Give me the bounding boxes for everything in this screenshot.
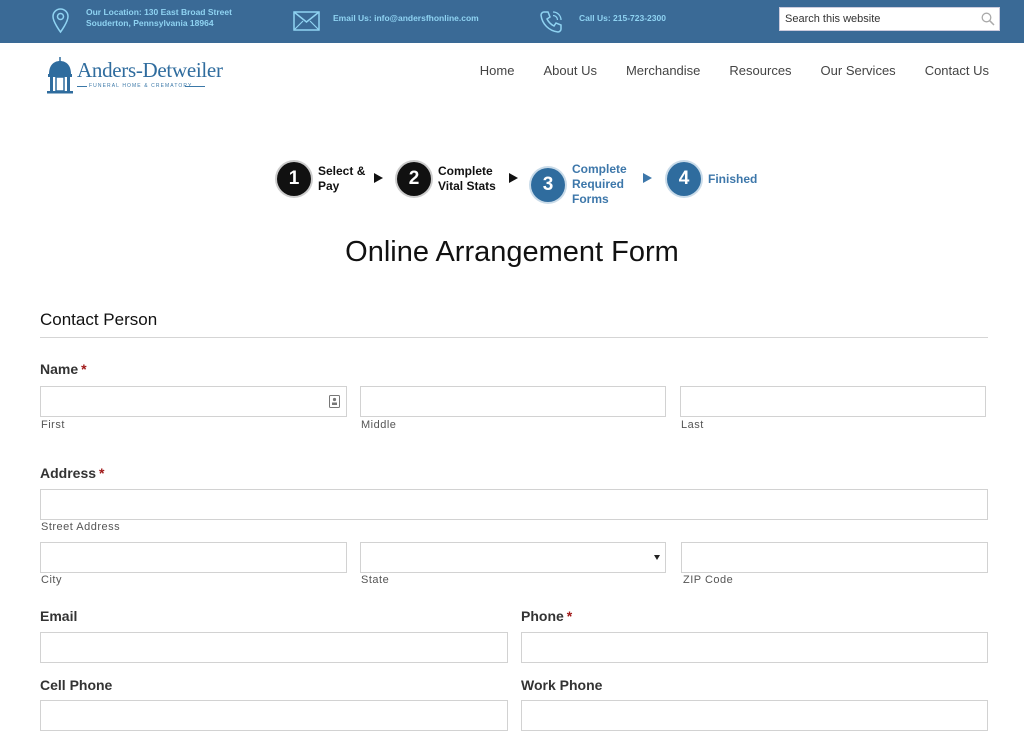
- required-mark: *: [81, 361, 87, 377]
- street-address-sublabel: Street Address: [41, 521, 121, 533]
- step-3-label: Complete Required Forms: [572, 162, 627, 206]
- section-title: Contact Person: [40, 310, 158, 329]
- state-sublabel: State: [361, 574, 390, 586]
- logo-tagline: FUNERAL HOME & CREMATORY: [89, 83, 193, 89]
- step-3-number: 3: [531, 167, 565, 202]
- step-arrow-1: [374, 173, 383, 183]
- state-select[interactable]: [360, 542, 666, 573]
- middle-name-sublabel: Middle: [361, 419, 397, 431]
- search-box: [779, 7, 1000, 31]
- middle-name-input[interactable]: [360, 386, 666, 417]
- email-input[interactable]: [40, 632, 508, 663]
- nav-resources[interactable]: Resources: [729, 63, 791, 78]
- logo-name: Anders-Detweiler: [77, 58, 223, 82]
- nav-contact-us[interactable]: Contact Us: [925, 63, 989, 78]
- location-line2: Souderton, Pennsylvania 18964: [86, 18, 214, 28]
- email-link[interactable]: Email Us: info@andersfhonline.com: [333, 13, 479, 24]
- street-address-input[interactable]: [40, 489, 988, 520]
- last-name-input[interactable]: [680, 386, 986, 417]
- zip-code-input[interactable]: [681, 542, 988, 573]
- last-name-sublabel: Last: [681, 419, 704, 431]
- page-title: Online Arrangement Form: [345, 236, 679, 268]
- step-arrow-3: [643, 173, 652, 183]
- zip-code-sublabel: ZIP Code: [683, 574, 734, 586]
- step-2-number: 2: [397, 162, 431, 196]
- section-divider: [40, 337, 988, 338]
- search-input[interactable]: [780, 8, 975, 30]
- step-2: 2 Complete Vital Stats: [397, 162, 496, 196]
- location-pin-icon: [52, 8, 69, 34]
- step-1-label: Select & Pay: [318, 164, 366, 193]
- location-line1: Our Location: 130 East Broad Street: [86, 7, 232, 17]
- email-label: Email: [40, 608, 78, 624]
- phone-icon: [540, 11, 562, 33]
- step-1: 1 Select & Pay: [277, 162, 365, 196]
- nav-about-us[interactable]: About Us: [543, 63, 596, 78]
- work-phone-input[interactable]: [521, 700, 988, 731]
- step-3: 3 Complete Required Forms: [531, 162, 627, 207]
- chapel-dome-icon: [47, 57, 73, 94]
- cell-phone-input[interactable]: [40, 700, 508, 731]
- required-mark: *: [566, 608, 573, 624]
- contact-card-icon[interactable]: [329, 395, 340, 408]
- step-4: 4 Finished: [667, 162, 757, 196]
- address-label: Address *: [40, 465, 105, 481]
- first-name-input[interactable]: [40, 386, 347, 417]
- location-text[interactable]: Our Location: 130 East Broad Street Soud…: [86, 7, 232, 29]
- first-name-sublabel: First: [41, 419, 65, 431]
- nav-our-services[interactable]: Our Services: [821, 63, 896, 78]
- name-label: Name *: [40, 361, 87, 377]
- cell-phone-label: Cell Phone: [40, 677, 113, 693]
- required-mark: *: [99, 465, 105, 481]
- nav-home[interactable]: Home: [480, 63, 515, 78]
- city-sublabel: City: [41, 574, 62, 586]
- city-input[interactable]: [40, 542, 347, 573]
- envelope-icon: [293, 11, 320, 31]
- phone-input[interactable]: [521, 632, 988, 663]
- phone-link[interactable]: Call Us: 215-723-2300: [579, 13, 666, 24]
- work-phone-label: Work Phone: [521, 677, 603, 693]
- step-4-label: Finished: [708, 171, 758, 186]
- step-1-number: 1: [277, 162, 311, 196]
- top-info-bar: Our Location: 130 East Broad Street Soud…: [0, 0, 1024, 43]
- logo-rule-left: [77, 86, 87, 87]
- step-2-label: Complete Vital Stats: [438, 164, 496, 193]
- phone-label: Phone *: [521, 608, 573, 624]
- step-arrow-2: [509, 173, 518, 183]
- logo-rule-right: [185, 86, 205, 87]
- dropdown-arrow-icon: [654, 555, 660, 560]
- nav-merchandise[interactable]: Merchandise: [626, 63, 700, 78]
- step-4-number: 4: [667, 162, 701, 196]
- main-nav: Home About Us Merchandise Resources Our …: [480, 63, 989, 78]
- site-logo[interactable]: Anders-Detweiler FUNERAL HOME & CREMATOR…: [45, 56, 223, 96]
- search-icon[interactable]: [981, 12, 995, 26]
